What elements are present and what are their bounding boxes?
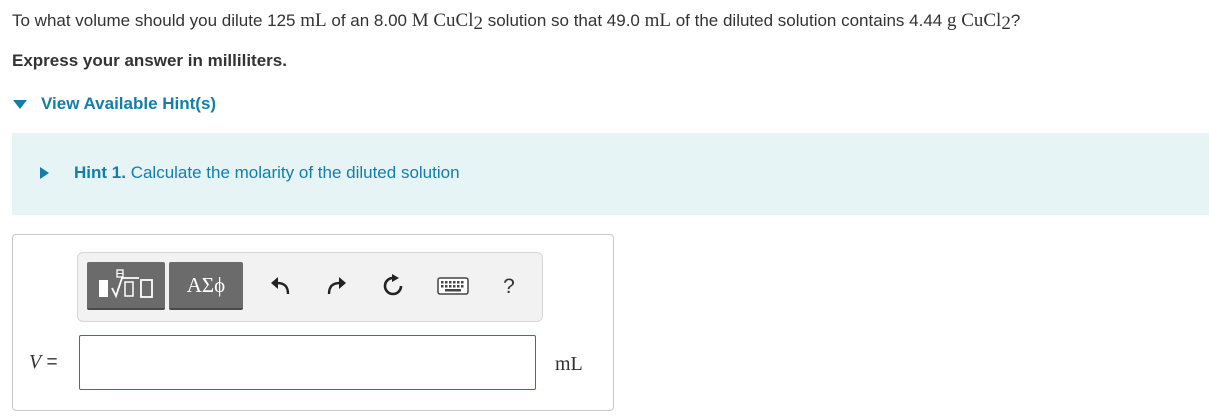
hint-1-number: Hint 1. (74, 163, 126, 182)
answer-input[interactable] (79, 335, 536, 390)
help-button[interactable]: ? (496, 274, 522, 300)
redo-icon[interactable] (324, 273, 350, 299)
view-hints-toggle[interactable]: View Available Hint(s) (12, 94, 216, 114)
templates-icon (99, 269, 153, 299)
symbols-button[interactable]: ΑΣϕ (169, 262, 243, 310)
question-text: To what volume should you dilute 125 mL … (12, 10, 1021, 34)
unit-label: mL (555, 353, 583, 375)
view-hints-label: View Available Hint(s) (41, 94, 217, 113)
keyboard-icon[interactable] (436, 273, 470, 299)
answer-panel: ΑΣϕ ? V = mL (12, 234, 614, 411)
caret-down-icon (13, 99, 27, 109)
variable-label: V = (29, 351, 58, 373)
symbols-label: ΑΣϕ (186, 272, 226, 297)
reset-icon[interactable] (380, 273, 406, 299)
templates-button[interactable] (87, 262, 165, 310)
hint-1-toggle[interactable]: Hint 1. Calculate the molarity of the di… (40, 163, 460, 183)
math-toolbar: ΑΣϕ ? (77, 252, 543, 322)
answer-instruction: Express your answer in milliliters. (12, 51, 287, 70)
caret-right-icon (40, 167, 49, 179)
hint-1-text: Calculate the molarity of the diluted so… (130, 163, 460, 182)
undo-icon[interactable] (267, 273, 293, 299)
hints-panel: Hint 1. Calculate the molarity of the di… (12, 133, 1209, 215)
